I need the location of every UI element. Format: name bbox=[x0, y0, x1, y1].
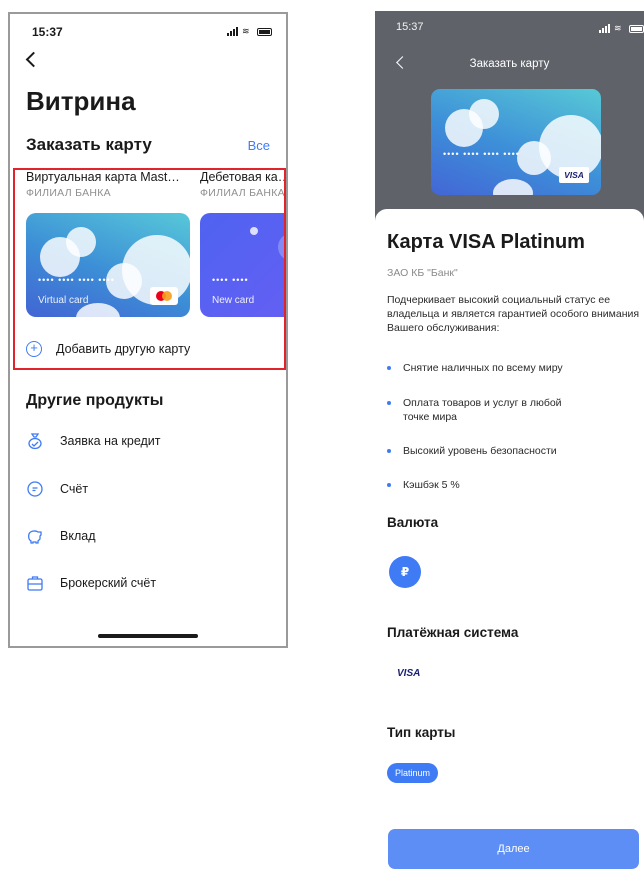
other-products-heading: Другие продукты bbox=[26, 392, 164, 409]
visa-logo-icon: VISA bbox=[559, 167, 589, 183]
product-sheet: Карта VISA Platinum ЗАО КБ "Банк" Подчер… bbox=[375, 209, 644, 875]
bullet-icon bbox=[387, 401, 391, 405]
briefcase-icon bbox=[26, 574, 44, 592]
product-label: Вклад bbox=[60, 529, 96, 543]
product-title: Карта VISA Platinum bbox=[387, 231, 585, 253]
wifi-icon: ≋ bbox=[614, 23, 622, 33]
order-card-heading: Заказать карту bbox=[26, 135, 152, 154]
currency-rub-option[interactable]: ₽ bbox=[389, 556, 421, 588]
status-bar: 15:37 ≋ bbox=[10, 14, 286, 46]
product-label: Счёт bbox=[60, 482, 89, 496]
feature-item: Оплата товаров и услуг в любой точке мир… bbox=[387, 396, 617, 424]
product-label: Заявка на кредит bbox=[60, 434, 161, 448]
product-item-brokerage[interactable]: Брокерский счёт bbox=[26, 574, 156, 592]
battery-icon bbox=[629, 25, 644, 33]
all-cards-link[interactable]: Все bbox=[248, 138, 270, 153]
page-title: Витрина bbox=[26, 86, 136, 116]
bullet-icon bbox=[387, 449, 391, 453]
feature-item: Снятие наличных по всему миру bbox=[387, 361, 563, 375]
money-bag-icon bbox=[26, 432, 44, 450]
feature-item: Высокий уровень безопасности bbox=[387, 444, 557, 458]
wifi-icon: ≋ bbox=[242, 26, 250, 36]
currency-heading: Валюта bbox=[387, 515, 439, 530]
card-type-heading: Тип карты bbox=[387, 725, 456, 740]
product-item-account[interactable]: Счёт bbox=[26, 480, 88, 498]
account-icon bbox=[26, 480, 44, 498]
card-number-mask: •••• •••• •••• •••• bbox=[443, 149, 520, 159]
card-preview: •••• •••• •••• •••• VISA bbox=[431, 89, 601, 195]
header: 15:37 ≋ Заказать карту •••• •••• •••• ••… bbox=[375, 11, 644, 233]
next-button[interactable]: Далее bbox=[388, 829, 639, 869]
battery-icon bbox=[257, 28, 272, 36]
signal-icon bbox=[227, 27, 238, 36]
payment-system-heading: Платёжная система bbox=[387, 625, 519, 640]
order-card-screen: 15:37 ≋ Заказать карту •••• •••• •••• ••… bbox=[375, 11, 644, 875]
product-label: Брокерский счёт bbox=[60, 576, 157, 590]
payment-system-visa-option[interactable]: VISA bbox=[397, 668, 420, 679]
product-item-credit[interactable]: Заявка на кредит bbox=[26, 432, 161, 450]
header-title: Заказать карту bbox=[469, 58, 550, 70]
highlight-frame bbox=[13, 168, 286, 370]
product-description: Подчеркивает высокий социальный статус е… bbox=[387, 294, 640, 334]
status-time: 15:37 bbox=[32, 25, 63, 39]
home-indicator[interactable] bbox=[98, 634, 198, 638]
product-item-deposit[interactable]: Вклад bbox=[26, 527, 96, 545]
signal-icon bbox=[599, 24, 610, 33]
showcase-screen: 15:37 ≋ Витрина Заказать карту Все Вирту… bbox=[8, 12, 288, 648]
bank-name: ЗАО КБ "Банк" bbox=[387, 267, 458, 279]
back-icon[interactable] bbox=[25, 51, 42, 68]
piggy-bank-icon bbox=[26, 527, 44, 545]
card-type-platinum-chip[interactable]: Platinum bbox=[387, 763, 439, 783]
status-time: 15:37 bbox=[396, 21, 424, 33]
bullet-icon bbox=[387, 483, 391, 487]
feature-item: Кэшбэк 5 % bbox=[387, 478, 460, 492]
bullet-icon bbox=[387, 366, 391, 370]
